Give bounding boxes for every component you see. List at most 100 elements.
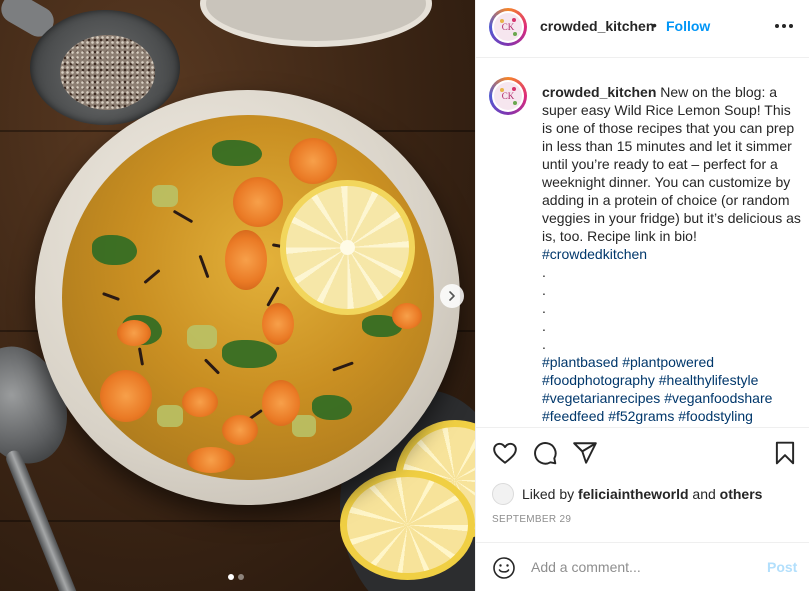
emoji-button[interactable]: [492, 556, 516, 580]
emoji-icon: [493, 557, 515, 579]
avatar-ring: CK: [492, 80, 524, 112]
hashtag-link[interactable]: #f52grams: [608, 408, 674, 424]
hashtag-line: #feedfeed #f52grams #foodstyling: [542, 407, 804, 425]
post-photo[interactable]: [0, 0, 475, 591]
caption-dot: .: [542, 336, 546, 352]
more-icon[interactable]: [773, 16, 795, 36]
carrot-slice: [100, 370, 152, 422]
carrot-slice: [225, 230, 267, 290]
follow-button[interactable]: Follow: [666, 18, 710, 34]
likes-middle: and: [692, 486, 716, 502]
carrot-slice: [262, 303, 294, 345]
post-date[interactable]: SEPTEMBER 29: [492, 514, 571, 525]
caption-dot: .: [542, 318, 546, 334]
comment-input[interactable]: [531, 557, 751, 577]
avatar-decoration: [500, 19, 504, 23]
comment-button[interactable]: [532, 440, 558, 466]
liker-avatar[interactable]: [492, 483, 514, 505]
caption-text: New on the blog: a super easy Wild Rice …: [542, 84, 801, 244]
wild-rice: [102, 292, 120, 301]
avatar-image: CK: [494, 13, 522, 41]
greens: [222, 340, 277, 368]
more-dot: [782, 24, 786, 28]
liker-username[interactable]: feliciaintheworld: [578, 486, 688, 502]
wild-rice: [137, 347, 145, 366]
avatar-decoration: [500, 88, 504, 92]
hashtag-link[interactable]: #foodphotography: [542, 372, 655, 388]
like-button[interactable]: [492, 440, 518, 466]
post-comment-button[interactable]: Post: [767, 559, 797, 575]
carousel-dot-active: [228, 574, 234, 580]
avatar[interactable]: CK: [489, 8, 527, 46]
hashtag-line: #plantbased #plantpowered: [542, 353, 804, 371]
bookmark-icon: [775, 441, 795, 465]
hashtag-link[interactable]: #feedfeed: [542, 408, 604, 424]
wild-rice: [198, 254, 210, 279]
header-separator: •: [652, 17, 657, 33]
celery: [152, 185, 178, 207]
post-sidebar: CK crowded_kitchen • Follow CK crowded_k…: [475, 0, 809, 591]
hashtag-link[interactable]: #plantbased: [542, 354, 618, 370]
share-icon: [573, 442, 597, 464]
header-username[interactable]: crowded_kitchen: [540, 18, 654, 34]
carrot-slice: [117, 320, 151, 346]
heart-icon: [493, 442, 517, 464]
caption-dot: .: [542, 300, 546, 316]
greens: [212, 140, 262, 166]
avatar-monogram: CK: [501, 91, 515, 101]
wild-rice: [143, 268, 161, 285]
carrot-slice: [262, 380, 300, 426]
carrot-slice: [187, 447, 235, 473]
avatar-image: CK: [494, 82, 522, 110]
post-caption: crowded_kitchen New on the blog: a super…: [542, 83, 804, 425]
more-dot: [775, 24, 779, 28]
carousel-next-button[interactable]: [440, 284, 464, 308]
save-button[interactable]: [772, 440, 798, 466]
background-bowl: [200, 0, 432, 47]
carousel-indicator: [228, 574, 244, 580]
caption-dot: .: [542, 282, 546, 298]
likes-others-link[interactable]: others: [720, 486, 763, 502]
likes-prefix: Liked by: [522, 486, 575, 502]
hashtag-line: #foodphotography #healthylifestyle: [542, 371, 804, 389]
celery: [187, 325, 217, 349]
avatar-ring: CK: [492, 11, 524, 43]
hashtag-link[interactable]: #veganfoodshare: [664, 390, 772, 406]
wild-rice: [332, 361, 354, 372]
carousel-dot: [238, 574, 244, 580]
hashtag-link[interactable]: #plantpowered: [622, 354, 714, 370]
lemon-center: [340, 240, 355, 255]
hashtag-line: #vegetarianrecipes #veganfoodshare: [542, 389, 804, 407]
wild-rice: [203, 358, 221, 375]
comments-section[interactable]: CK crowded_kitchen New on the blog: a su…: [476, 58, 809, 428]
celery: [157, 405, 183, 427]
hashtag-link[interactable]: #crowdedkitchen: [542, 245, 804, 263]
carrot-slice: [182, 387, 218, 417]
comment-box: Post: [476, 542, 809, 591]
post-header: CK crowded_kitchen • Follow: [476, 0, 809, 58]
more-dot: [789, 24, 793, 28]
avatar-decoration: [513, 101, 517, 105]
avatar-decoration: [513, 32, 517, 36]
carrot-slice: [233, 177, 283, 227]
hashtag-link[interactable]: #vegetarianrecipes: [542, 390, 660, 406]
chevron-right-icon: [449, 291, 455, 301]
celery: [292, 415, 316, 437]
share-button[interactable]: [572, 440, 598, 466]
lemon-wedge: [340, 470, 475, 580]
comment-icon: [534, 442, 557, 465]
greens: [92, 235, 137, 265]
caption-username[interactable]: crowded_kitchen: [542, 84, 656, 100]
carrot-slice: [392, 303, 422, 329]
greens: [312, 395, 352, 420]
hashtag-link[interactable]: #foodstyling: [678, 408, 753, 424]
hashtag-link[interactable]: #healthylifestyle: [659, 372, 759, 388]
caption-dot: .: [542, 264, 546, 280]
wild-rice: [172, 209, 194, 224]
likes-summary: Liked by feliciaintheworld and others: [492, 483, 762, 505]
avatar-decoration: [512, 18, 516, 22]
avatar-monogram: CK: [501, 22, 515, 32]
caption-avatar[interactable]: CK: [489, 77, 527, 115]
action-bar: [476, 428, 809, 480]
carrot-slice: [289, 138, 337, 184]
